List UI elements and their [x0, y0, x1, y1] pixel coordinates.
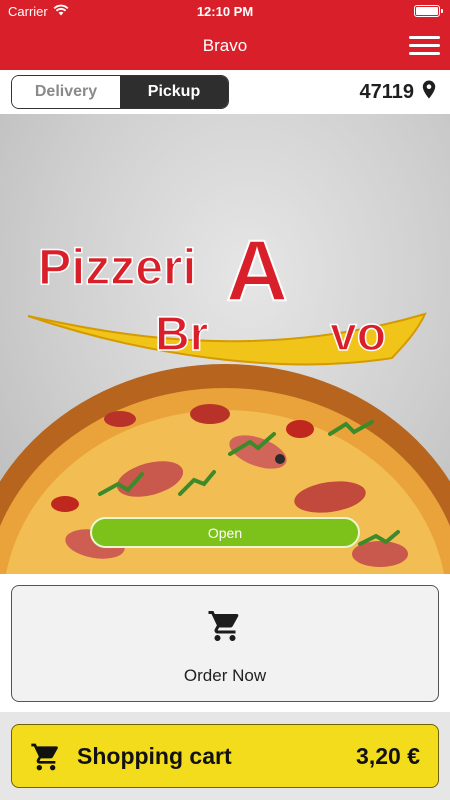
hero-illustration: Pizzeri A Br vo: [0, 222, 450, 574]
order-section: Order Now: [0, 574, 450, 712]
cart-total: 3,20 €: [356, 743, 420, 769]
status-time: 12:10 PM: [196, 4, 254, 19]
location-selector[interactable]: 47119: [359, 80, 436, 105]
open-status-badge: Open: [90, 517, 360, 548]
delivery-tab[interactable]: Delivery: [12, 76, 120, 108]
status-bar: Carrier 12:10 PM: [0, 0, 450, 22]
hamburger-icon[interactable]: [409, 34, 441, 56]
top-bar: Carrier 12:10 PM Bravo: [0, 0, 450, 70]
logo-big-a: A: [226, 223, 288, 319]
bottom-bar: Shopping cart 3,20 €: [0, 712, 450, 800]
shopping-cart-label: Shopping cart: [77, 743, 232, 769]
page-title: Bravo: [202, 36, 248, 55]
cart-icon: [206, 608, 244, 649]
battery-icon: [414, 5, 443, 17]
delivery-mode-toggle: Delivery Pickup: [11, 75, 229, 109]
logo-line2: Br: [155, 308, 208, 361]
logo-line1: Pizzeri: [38, 239, 196, 295]
map-pin-icon: [422, 80, 436, 105]
pickup-tab[interactable]: Pickup: [120, 76, 228, 108]
order-now-button[interactable]: Order Now: [11, 585, 439, 702]
mode-row: Delivery Pickup 47119: [0, 70, 450, 114]
order-now-label: Order Now: [183, 666, 267, 685]
shopping-cart-button[interactable]: Shopping cart 3,20 €: [11, 724, 439, 788]
hero-banner: Pizzeri A Br vo Open: [0, 114, 450, 574]
cart-icon: [30, 741, 62, 778]
postal-code: 47119: [359, 81, 414, 103]
logo-line2-end: vo: [330, 308, 386, 361]
